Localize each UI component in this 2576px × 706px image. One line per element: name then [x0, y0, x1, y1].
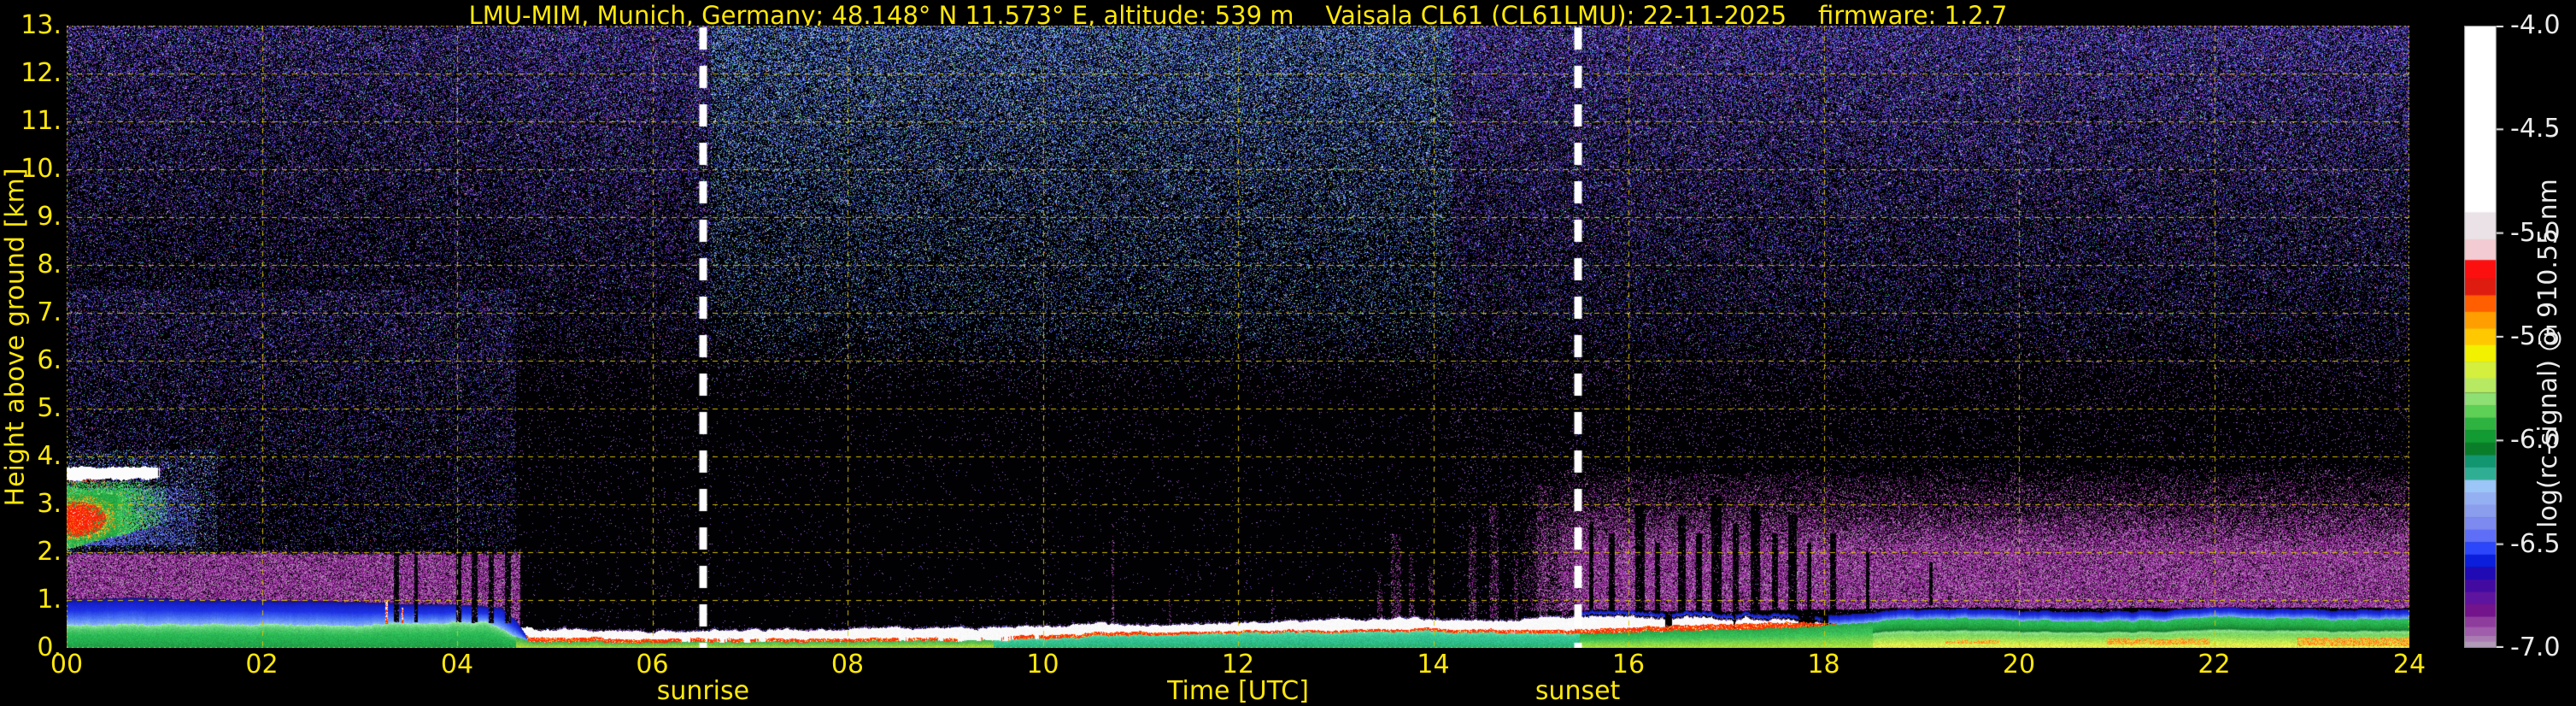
y-tick-label: 1. — [37, 585, 62, 615]
y-tick-label: 6. — [37, 345, 62, 375]
colorbar-canvas — [2464, 26, 2505, 648]
colorbar-label-wrap: log(rc-signal) @ 910.55 nm — [2520, 0, 2575, 706]
y-tick-label: 5. — [37, 393, 62, 423]
y-tick-label: 9. — [37, 202, 62, 232]
x-axis-label: Time [UTC] — [1167, 676, 1309, 706]
ceilometer-quicklook: LMU-MIM, Munich, Germany; 48.148° N 11.5… — [0, 0, 2576, 706]
x-tick-label: 06 — [636, 650, 669, 680]
x-tick-label: 10 — [1026, 650, 1059, 680]
y-tick-label: 13. — [21, 10, 62, 40]
y-tick-label: 7. — [37, 297, 62, 327]
y-tick-label: 2. — [37, 537, 62, 567]
x-tick-label: 14 — [1417, 650, 1450, 680]
annotation-label-sunset: sunset — [1534, 676, 1621, 706]
y-tick-label: 10. — [21, 154, 62, 184]
x-tick-label: 24 — [2392, 650, 2426, 680]
colorbar-label: log(rc-signal) @ 910.55 nm — [2532, 178, 2563, 528]
annotation-label-sunrise: sunrise — [656, 676, 750, 706]
y-tick-label: 8. — [37, 250, 62, 279]
x-tick-label: 08 — [830, 650, 865, 680]
x-tick-label: 00 — [50, 650, 84, 680]
x-tick-label: 12 — [1221, 650, 1255, 680]
x-tick-label: 22 — [2198, 650, 2231, 680]
x-tick-label: 20 — [2002, 650, 2036, 680]
y-tick-label: 4. — [37, 441, 62, 471]
y-tick-label: 11. — [21, 106, 62, 136]
x-tick-label: 18 — [1807, 650, 1840, 680]
y-tick-label: 12. — [21, 58, 62, 88]
x-tick-label: 16 — [1611, 650, 1646, 680]
y-tick-label: 3. — [37, 489, 62, 519]
x-tick-label: 04 — [440, 650, 474, 680]
heatmap-canvas — [67, 26, 2409, 648]
x-tick-label: 02 — [245, 650, 279, 680]
